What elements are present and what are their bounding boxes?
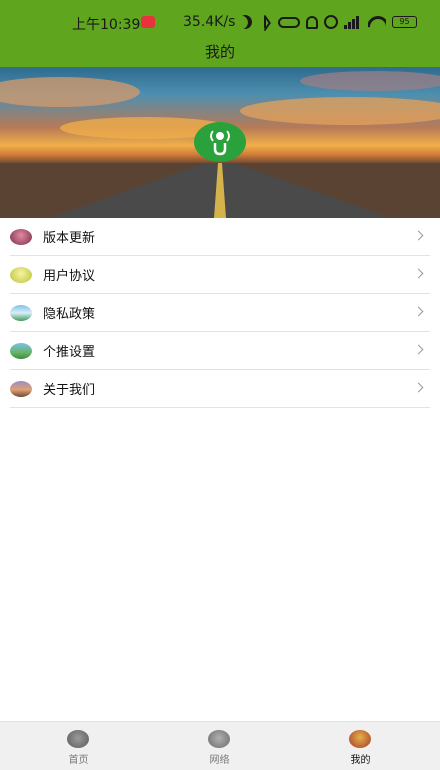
mute-icon [306, 15, 318, 29]
menu-item-label: 用户协议 [43, 269, 96, 284]
bluetooth-icon [258, 15, 272, 29]
battery-icon: 95 [392, 16, 417, 28]
menu-item-label: 个推设置 [43, 345, 96, 360]
chevron-right-icon [413, 344, 424, 355]
tab-label: 首页 [68, 755, 89, 766]
about-us-icon [10, 380, 32, 397]
tab-network[interactable]: 网络 [146, 722, 293, 770]
user-agreement-icon [10, 266, 32, 283]
chevron-right-icon [413, 268, 424, 279]
antenna-u-icon [210, 130, 230, 156]
version-update-icon [10, 228, 32, 245]
tab-label: 我的 [350, 755, 371, 766]
weibo-icon [141, 16, 155, 28]
push-settings-icon [10, 342, 32, 359]
bottom-tab-bar: 首页 网络 我的 [0, 721, 440, 770]
app-logo [194, 122, 246, 162]
status-bar: 上午10:39 35.4K/s 95 [0, 0, 440, 36]
menu-item-user-agreement[interactable]: 用户协议 [10, 256, 430, 294]
tab-home[interactable]: 首页 [5, 722, 152, 770]
signal-icon [344, 15, 362, 29]
settings-menu: 版本更新 用户协议 隐私政策 个推设置 关于我们 [0, 218, 440, 408]
home-icon [67, 730, 89, 748]
mine-icon [349, 730, 371, 748]
page-title: 我的 [204, 43, 235, 61]
chevron-right-icon [413, 230, 424, 241]
menu-item-privacy-policy[interactable]: 隐私政策 [10, 294, 430, 332]
header-bar: 我的 [0, 36, 440, 67]
menu-item-label: 关于我们 [43, 383, 96, 398]
status-time: 上午10:39 [72, 17, 141, 33]
moon-icon [236, 13, 254, 31]
tab-label: 网络 [209, 755, 230, 766]
tab-mine[interactable]: 我的 [287, 722, 434, 770]
wifi-icon [368, 15, 386, 29]
alarm-icon [324, 15, 338, 29]
chevron-right-icon [413, 306, 424, 317]
network-icon [208, 730, 230, 748]
menu-item-version-update[interactable]: 版本更新 [10, 218, 430, 256]
status-icons: 95 [238, 13, 417, 31]
profile-banner [0, 67, 440, 218]
menu-item-label: 隐私政策 [43, 307, 96, 322]
chevron-right-icon [413, 382, 424, 393]
menu-item-push-settings[interactable]: 个推设置 [10, 332, 430, 370]
menu-item-about-us[interactable]: 关于我们 [10, 370, 430, 408]
net-speed: 35.4K/s [183, 14, 236, 30]
menu-item-label: 版本更新 [43, 231, 96, 246]
nfc-icon [278, 16, 300, 28]
privacy-policy-icon [10, 304, 32, 321]
